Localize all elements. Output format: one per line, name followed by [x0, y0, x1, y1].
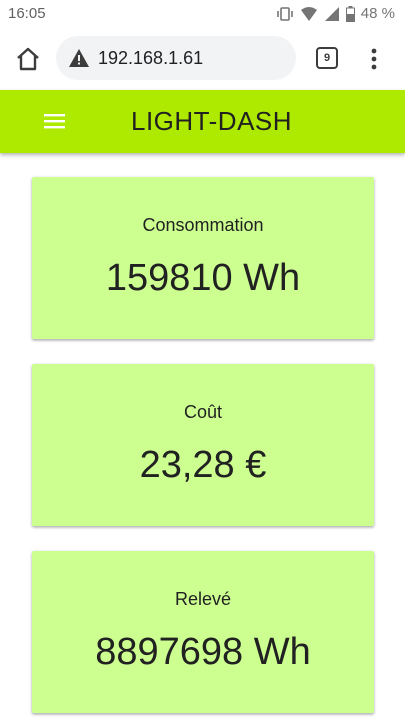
card-value: 159810 Wh — [105, 257, 301, 299]
app-title: LIGHT-DASH — [131, 106, 293, 136]
app-header: LIGHT-DASH — [0, 90, 405, 153]
tab-switcher-button[interactable]: 9 — [316, 47, 338, 69]
battery-icon — [345, 5, 355, 22]
battery-percent: 48 % — [360, 5, 395, 22]
more-options-icon[interactable] — [362, 45, 386, 73]
consumption-card: Consommation 159810 Wh — [32, 177, 374, 339]
cell-signal-icon — [324, 6, 340, 22]
status-icons: 48 % — [276, 5, 395, 22]
status-time: 16:05 — [8, 5, 46, 22]
card-value: 23,28 € — [139, 444, 267, 486]
url-text[interactable]: 192.168.1.61 — [98, 48, 203, 69]
home-icon[interactable] — [14, 45, 42, 73]
url-bar[interactable]: 192.168.1.61 — [56, 36, 296, 80]
vibrate-icon — [276, 6, 294, 22]
reading-card: Relevé 8897698 Wh — [32, 551, 374, 713]
tab-count: 9 — [323, 52, 331, 64]
warning-icon[interactable] — [68, 47, 90, 69]
wifi-icon — [300, 6, 318, 22]
cost-card: Coût 23,28 € — [32, 364, 374, 526]
card-label: Coût — [183, 402, 223, 422]
browser-toolbar: 192.168.1.61 9 — [0, 28, 405, 90]
card-label: Relevé — [174, 589, 232, 609]
card-label: Consommation — [142, 215, 264, 235]
hamburger-menu-icon[interactable] — [44, 112, 65, 130]
card-value: 8897698 Wh — [95, 631, 311, 673]
status-bar: 16:05 48 % — [0, 0, 405, 28]
